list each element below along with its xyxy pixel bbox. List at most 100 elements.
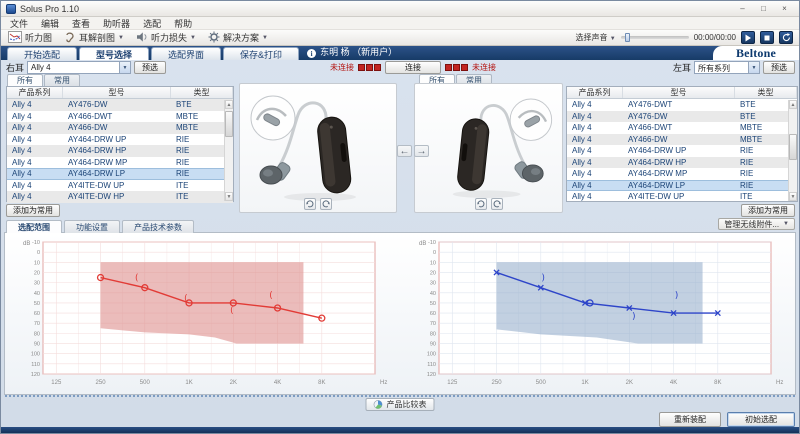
manage-accessories-button[interactable]: 管理无线附件...▼ [718,218,795,230]
table-cell: Ally 4 [567,122,623,134]
loop-button[interactable] [779,31,793,44]
rotate-right-icon[interactable] [320,198,332,210]
table-row[interactable]: Ally 4AY466-DWMBTE [7,122,233,134]
menu-item-5[interactable]: 帮助 [168,17,198,30]
bottom-tab-1[interactable]: 功能设置 [64,220,120,233]
toolbar-button-label: 解决方案 [223,31,259,44]
left-ear-preselect-button[interactable]: 预选 [763,61,795,74]
table-row[interactable]: Ally 4AY464-DRW LPRIE [567,180,797,192]
volume-slider[interactable] [621,36,689,39]
table-cell: Ally 4 [7,145,63,157]
toolbar-button-3[interactable]: 解决方案▼ [204,30,274,46]
svg-text:70: 70 [430,321,436,327]
table-scrollbar[interactable]: ▲▼ [224,100,233,201]
table-scrollbar[interactable]: ▲▼ [788,100,797,201]
patient-name[interactable]: 东明 杨 （新用户） [320,45,397,58]
maximize-button[interactable]: □ [754,3,773,15]
table-row[interactable]: Ally 4AY464-DRW HPRIE [7,145,233,157]
rotate-left-icon[interactable] [475,198,487,210]
svg-text:dB: dB [23,241,30,247]
table-row[interactable]: Ally 4AY466-DWMBTE [567,134,797,146]
scroll-thumb[interactable] [225,111,233,137]
table-cell: AY464-DRW LP [63,169,171,179]
stop-button[interactable] [760,31,774,44]
table-row[interactable]: Ally 4AY4ITE-DW UPITE [7,180,233,192]
toolbar-button-0[interactable]: 听力图 [4,30,58,46]
initial-fitting-button[interactable]: 初始选配 [727,412,795,427]
table-row[interactable]: Ally 4AY464-DRW UPRIE [567,145,797,157]
menu-item-1[interactable]: 编辑 [35,17,65,30]
toolbar-button-2[interactable]: 听力损失▼ [132,30,202,46]
svg-text:(: ( [268,291,273,301]
chevron-down-icon: ▼ [262,35,268,41]
hearing-loss-icon [136,31,148,45]
volume-slider-handle[interactable] [625,33,630,42]
table-row[interactable]: Ally 4AY4ITE-DW HPITE [7,191,233,203]
svg-text:(: ( [134,274,139,284]
toolbar-button-label: 耳解剖图 [79,31,115,44]
table-row[interactable]: Ally 4AY464-DRW UPRIE [7,134,233,146]
toolbar-button-1[interactable]: 耳解剖图▼ [60,30,130,46]
right-ear-preselect-button[interactable]: 预选 [134,61,166,74]
info-icon[interactable]: i [307,49,316,58]
scroll-up-icon[interactable]: ▲ [789,100,797,109]
rotate-right-icon[interactable] [491,198,503,210]
chevron-down-icon: ▼ [783,221,789,227]
refit-button[interactable]: 重新装配 [659,412,721,427]
table-row[interactable]: Ally 4AY464-DRW LPRIE [7,168,233,180]
svg-text:Hz: Hz [776,380,783,386]
table-cell: AY476-DW [63,99,171,111]
transfer-left-button[interactable]: ← [397,145,412,157]
table-row[interactable]: Ally 4AY464-DRW MPRIE [7,157,233,169]
svg-text:250: 250 [492,380,503,386]
table-row[interactable]: Ally 4AY476-DWBTE [567,111,797,123]
svg-text:500: 500 [140,380,151,386]
right-ear-series-select[interactable]: Ally 4 ▼ [27,61,131,74]
minimize-button[interactable]: – [733,3,752,15]
left-ear-series-select[interactable]: 所有系列 ▼ [694,61,760,74]
scroll-down-icon[interactable]: ▼ [225,192,233,201]
rotate-left-icon[interactable] [304,198,316,210]
table-cell: AY466-DWT [623,122,735,134]
ear-icon [64,31,76,45]
table-cell: AY464-DRW LP [623,181,735,191]
menu-item-3[interactable]: 助听器 [97,17,136,30]
table-row[interactable]: Ally 4AY464-DRW HPRIE [567,157,797,169]
table-row[interactable]: Ally 4AY464-DRW MPRIE [567,168,797,180]
close-button[interactable]: × [775,3,794,15]
tab-0[interactable]: 开始选配 [7,47,77,60]
tab-3[interactable]: 保存&打印 [223,47,299,60]
svg-text:-10: -10 [428,240,436,246]
add-favorite-button-left-ear[interactable]: 添加为常用 [741,204,795,217]
play-button[interactable] [741,31,755,44]
menu-item-0[interactable]: 文件 [4,17,34,30]
add-favorite-button-right-ear[interactable]: 添加为常用 [6,204,60,217]
table-row[interactable]: Ally 4AY466-DWTMBTE [567,122,797,134]
bottom-tab-0[interactable]: 选配范围 [6,220,62,233]
svg-text:): ) [541,274,546,284]
table-row[interactable]: Ally 4AY4ITE-DW UPITE [567,191,797,203]
scroll-thumb[interactable] [789,134,797,160]
sound-select[interactable]: 选择声音 ▼ [576,32,616,43]
tab-2[interactable]: 选配界面 [151,47,221,60]
toolbar: 听力图耳解剖图▼听力损失▼解决方案▼ 选择声音 ▼ 00:00/00:00 [1,30,799,46]
svg-text:60: 60 [430,311,436,317]
table-row[interactable]: Ally 4AY466-DWTMBTE [7,111,233,123]
table-row[interactable]: Ally 4AY476-DWBTE [7,99,233,111]
product-compare-button[interactable]: 产品比较表 [366,398,435,411]
scroll-down-icon[interactable]: ▼ [789,192,797,201]
tab-1[interactable]: 型号选择 [79,47,149,60]
status-bar [1,427,799,433]
scroll-up-icon[interactable]: ▲ [225,100,233,109]
menu-item-2[interactable]: 查看 [66,17,96,30]
left-ear-controls: 左耳 所有系列 ▼ 预选 [673,61,795,74]
bottom-tab-2[interactable]: 产品技术参数 [122,220,194,233]
right-ear-filter-tab-1[interactable]: 常用 [44,74,80,86]
table-cell: AY4ITE-DW UP [63,180,171,192]
connect-button[interactable]: 连接 [385,61,441,74]
pie-chart-icon [374,400,383,409]
table-row[interactable]: Ally 4AY476-DWTBTE [567,99,797,111]
transfer-right-button[interactable]: → [414,145,429,157]
right-ear-filter-tab-0[interactable]: 所有 [7,74,43,86]
menu-item-4[interactable]: 选配 [137,17,167,30]
